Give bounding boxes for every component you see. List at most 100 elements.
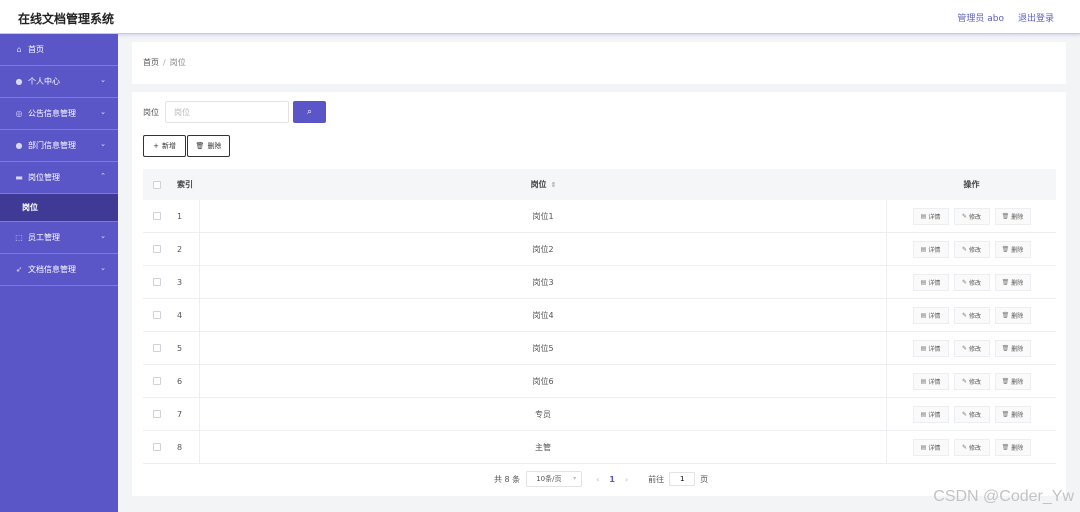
row-actions: ▤ 详情 ✎ 修改 🗑 删除 [887,431,1056,463]
delete-button[interactable]: 🗑 删除 [994,405,1031,423]
detail-button[interactable]: ▤ 详情 [912,306,949,324]
sort-icon[interactable]: ⇕ [551,181,557,189]
sidebar-item-home[interactable]: ⌂ 首页 [0,34,118,66]
detail-button[interactable]: ▤ 详情 [912,438,949,456]
sidebar-item-positions[interactable]: ▬ 岗位管理 ⌃ [0,162,118,194]
row-position-name: 岗位6 [200,365,887,397]
row-checkbox[interactable] [153,377,161,385]
edit-button[interactable]: ✎ 修改 [953,207,990,225]
row-actions: ▤ 详情 ✎ 修改 🗑 删除 [887,266,1056,298]
edit-button[interactable]: ✎ 修改 [953,438,990,456]
chevron-down-icon: ▾ [573,475,577,482]
detail-button[interactable]: ▤ 详情 [912,372,949,390]
home-icon: ⌂ [16,45,22,54]
row-index: 1 [171,200,200,232]
sidebar-item-announcements[interactable]: ◎ 公告信息管理 ⌄ [0,98,118,130]
detail-button[interactable]: ▤ 详情 [912,207,949,225]
row-actions: ▤ 详情 ✎ 修改 🗑 删除 [887,332,1056,364]
sidebar-subitem-position[interactable]: 岗位 [0,194,118,222]
page-number-current[interactable]: 1 [609,475,615,484]
sidebar-item-label: 首页 [28,45,44,54]
pagination-total: 共 8 条 [494,474,521,484]
row-position-name: 岗位1 [200,200,887,232]
edit-button[interactable]: ✎ 修改 [953,339,990,357]
pencil-icon: ✎ [961,311,967,319]
doc-icon: ▤ [920,344,927,352]
edit-button[interactable]: ✎ 修改 [953,240,990,258]
search-button[interactable]: ⌕ [293,101,326,123]
next-page-button[interactable]: › [625,475,628,484]
top-header: 在线文档管理系统 管理员 abo 退出登录 [0,0,1080,34]
table-row: 5 岗位5 ▤ 详情 ✎ 修改 🗑 删除 [143,332,1056,365]
edit-button[interactable]: ✎ 修改 [953,306,990,324]
table-row: 1 岗位1 ▤ 详情 ✎ 修改 🗑 删除 [143,200,1056,233]
pencil-icon: ✎ [961,443,967,451]
edit-button[interactable]: ✎ 修改 [953,405,990,423]
select-all-checkbox[interactable] [153,180,161,189]
sidebar-item-employees[interactable]: ⬚ 员工管理 ⌄ [0,222,118,254]
delete-button[interactable]: 🗑 删除 [994,240,1031,258]
row-checkbox[interactable] [153,212,161,220]
delete-button-label: 删除 [1011,213,1024,221]
pencil-icon: ✎ [961,410,967,418]
delete-button[interactable]: 🗑 删除 [994,438,1031,456]
delete-button[interactable]: 🗑 删除 [994,207,1031,225]
row-index: 8 [171,431,200,463]
row-checkbox[interactable] [153,410,161,418]
sidebar-item-departments[interactable]: ● 部门信息管理 ⌄ [0,130,118,162]
pencil-icon: ✎ [961,344,967,352]
edit-button[interactable]: ✎ 修改 [953,273,990,291]
goto-prefix: 前往 [648,474,665,484]
row-checkbox[interactable] [153,245,161,253]
goto-page-input[interactable] [669,472,696,486]
trash-icon: 🗑 [1001,311,1010,319]
row-checkbox[interactable] [153,344,161,352]
detail-button[interactable]: ▤ 详情 [912,339,949,357]
table-header: 索引 岗位 ⇕ 操作 [143,169,1056,200]
breadcrumb-home[interactable]: 首页 [143,58,159,67]
delete-button[interactable]: 🗑 删除 [994,339,1031,357]
chevron-down-icon: ⌄ [100,232,106,240]
row-position-name: 岗位5 [200,332,887,364]
sidebar-item-documents[interactable]: ➶ 文档信息管理 ⌄ [0,254,118,286]
send-icon: ➶ [15,265,23,274]
app-title: 在线文档管理系统 [18,12,115,26]
edit-button-label: 修改 [969,378,982,386]
detail-button[interactable]: ▤ 详情 [912,240,949,258]
row-position-name: 岗位2 [200,233,887,265]
trash-icon: 🗑 [195,142,205,150]
row-checkbox[interactable] [153,278,161,286]
row-actions: ▤ 详情 ✎ 修改 🗑 删除 [887,365,1056,397]
table-row: 6 岗位6 ▤ 详情 ✎ 修改 🗑 删除 [143,365,1056,398]
delete-button[interactable]: 🗑 删除 [994,372,1031,390]
add-button[interactable]: + 新增 [143,135,186,157]
delete-button[interactable]: 🗑 删除 [994,273,1031,291]
row-checkbox[interactable] [153,443,161,451]
detail-button-label: 详情 [928,345,941,353]
pencil-icon: ✎ [961,245,967,253]
chevron-down-icon: ⌄ [100,140,106,148]
trash-icon: 🗑 [1001,212,1010,220]
pencil-icon: ✎ [961,212,967,220]
row-actions: ▤ 详情 ✎ 修改 🗑 删除 [887,398,1056,430]
sidebar-item-personal-center[interactable]: ● 个人中心 ⌄ [0,66,118,98]
delete-button[interactable]: 🗑 删除 [994,306,1031,324]
detail-button[interactable]: ▤ 详情 [912,273,949,291]
delete-button-label: 删除 [1011,345,1024,353]
batch-delete-button[interactable]: 🗑 删除 [187,135,230,157]
page-size-select[interactable]: 10条/页 ▾ [526,471,583,487]
prev-page-button[interactable]: ‹ [596,475,599,484]
logout-link[interactable]: 退出登录 [1018,11,1054,24]
sidebar-item-label: 文档信息管理 [28,265,76,274]
search-input[interactable] [165,101,289,123]
detail-button-label: 详情 [928,246,941,254]
chevron-down-icon: ⌄ [100,108,106,116]
current-user-label: 管理员 abo [957,14,1004,24]
edit-button[interactable]: ✎ 修改 [953,372,990,390]
detail-button[interactable]: ▤ 详情 [912,405,949,423]
row-checkbox[interactable] [153,311,161,319]
column-header-index: 索引 [177,180,193,189]
delete-button-label: 删除 [1011,411,1024,419]
delete-button-label: 删除 [1011,378,1024,386]
column-header-name[interactable]: 岗位 ⇕ [200,169,887,200]
